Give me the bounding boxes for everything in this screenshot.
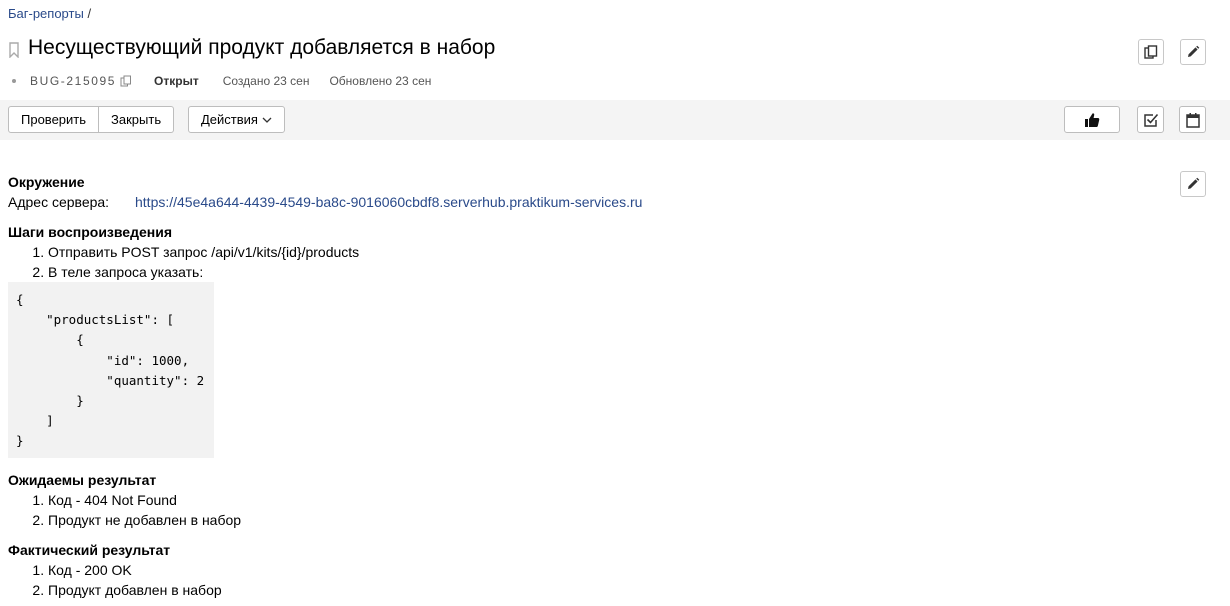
pencil-icon	[1188, 45, 1200, 57]
breadcrumb: Баг-репорты /	[8, 6, 91, 21]
list-item: Код - 404 Not Found	[48, 490, 1168, 510]
actual-heading: Фактический результат	[8, 541, 171, 558]
close-button[interactable]: Закрыть	[99, 106, 175, 133]
pencil-icon	[1188, 177, 1200, 189]
list-item: Продукт не добавлен в набор	[48, 510, 1168, 530]
updated-date: Обновлено 23 сен	[329, 74, 432, 88]
issue-key: BUG-215095	[30, 74, 117, 88]
checklist-button[interactable]	[1137, 106, 1164, 133]
status-badge[interactable]: Открыт	[154, 74, 199, 88]
env-heading: Окружение	[8, 174, 85, 190]
list-item: Отправить POST запрос /api/v1/kits/{id}/…	[48, 242, 1168, 262]
expected-heading: Ожидаемы результат	[8, 471, 157, 488]
meta-dot	[12, 79, 16, 83]
server-url-link[interactable]: https://45e4a644-4439-4549-ba8c-9016060c…	[135, 192, 642, 212]
edit-issue-button[interactable]	[1180, 39, 1206, 65]
list-item: В теле запроса указать:	[48, 262, 1168, 282]
check-button[interactable]: Проверить	[8, 106, 100, 133]
thumbs-up-icon	[1085, 112, 1100, 127]
bookmark-icon[interactable]	[8, 42, 20, 58]
server-row: Адрес сервера: https://45e4a644-4439-454…	[8, 192, 1168, 212]
page-title: Несуществующий продукт добавляется в наб…	[28, 36, 496, 59]
issue-description: Окружение Адрес сервера: https://45e4a64…	[8, 172, 1168, 600]
list-item: Продукт добавлен в набор	[48, 580, 1168, 600]
breadcrumb-link-bug-reports[interactable]: Баг-репорты	[8, 6, 84, 21]
breadcrumb-separator: /	[87, 6, 92, 21]
like-button[interactable]	[1064, 106, 1120, 133]
copy-issue-button[interactable]	[1138, 39, 1164, 65]
list-item: Код - 200 OK	[48, 560, 1168, 580]
steps-heading: Шаги воспроизведения	[8, 224, 172, 240]
chevron-down-icon	[262, 117, 272, 123]
copy-key-icon[interactable]	[120, 75, 132, 87]
checkbox-icon	[1143, 113, 1158, 127]
copy-icon	[1144, 45, 1158, 59]
code-block: { "productsList": [ { "id": 1000, "quant…	[8, 282, 214, 458]
title-row: Несуществующий продукт добавляется в наб…	[8, 36, 495, 60]
issue-meta: BUG-215095 Открыт Создано 23 сен Обновле…	[12, 74, 431, 88]
calendar-icon	[1185, 112, 1200, 128]
server-label: Адрес сервера:	[8, 194, 110, 210]
edit-description-button[interactable]	[1180, 171, 1206, 197]
steps-list: Отправить POST запрос /api/v1/kits/{id}/…	[8, 242, 1168, 282]
actual-list: Код - 200 OK Продукт добавлен в набор	[8, 560, 1168, 600]
created-date: Создано 23 сен	[222, 74, 310, 88]
calendar-button[interactable]	[1179, 106, 1206, 133]
transition-buttons: Проверить Закрыть	[8, 106, 175, 133]
actions-dropdown[interactable]: Действия	[188, 106, 285, 133]
expected-list: Код - 404 Not Found Продукт не добавлен …	[8, 490, 1168, 530]
actions-label: Действия	[201, 112, 258, 127]
toolbar: Проверить Закрыть Действия	[0, 100, 1230, 140]
